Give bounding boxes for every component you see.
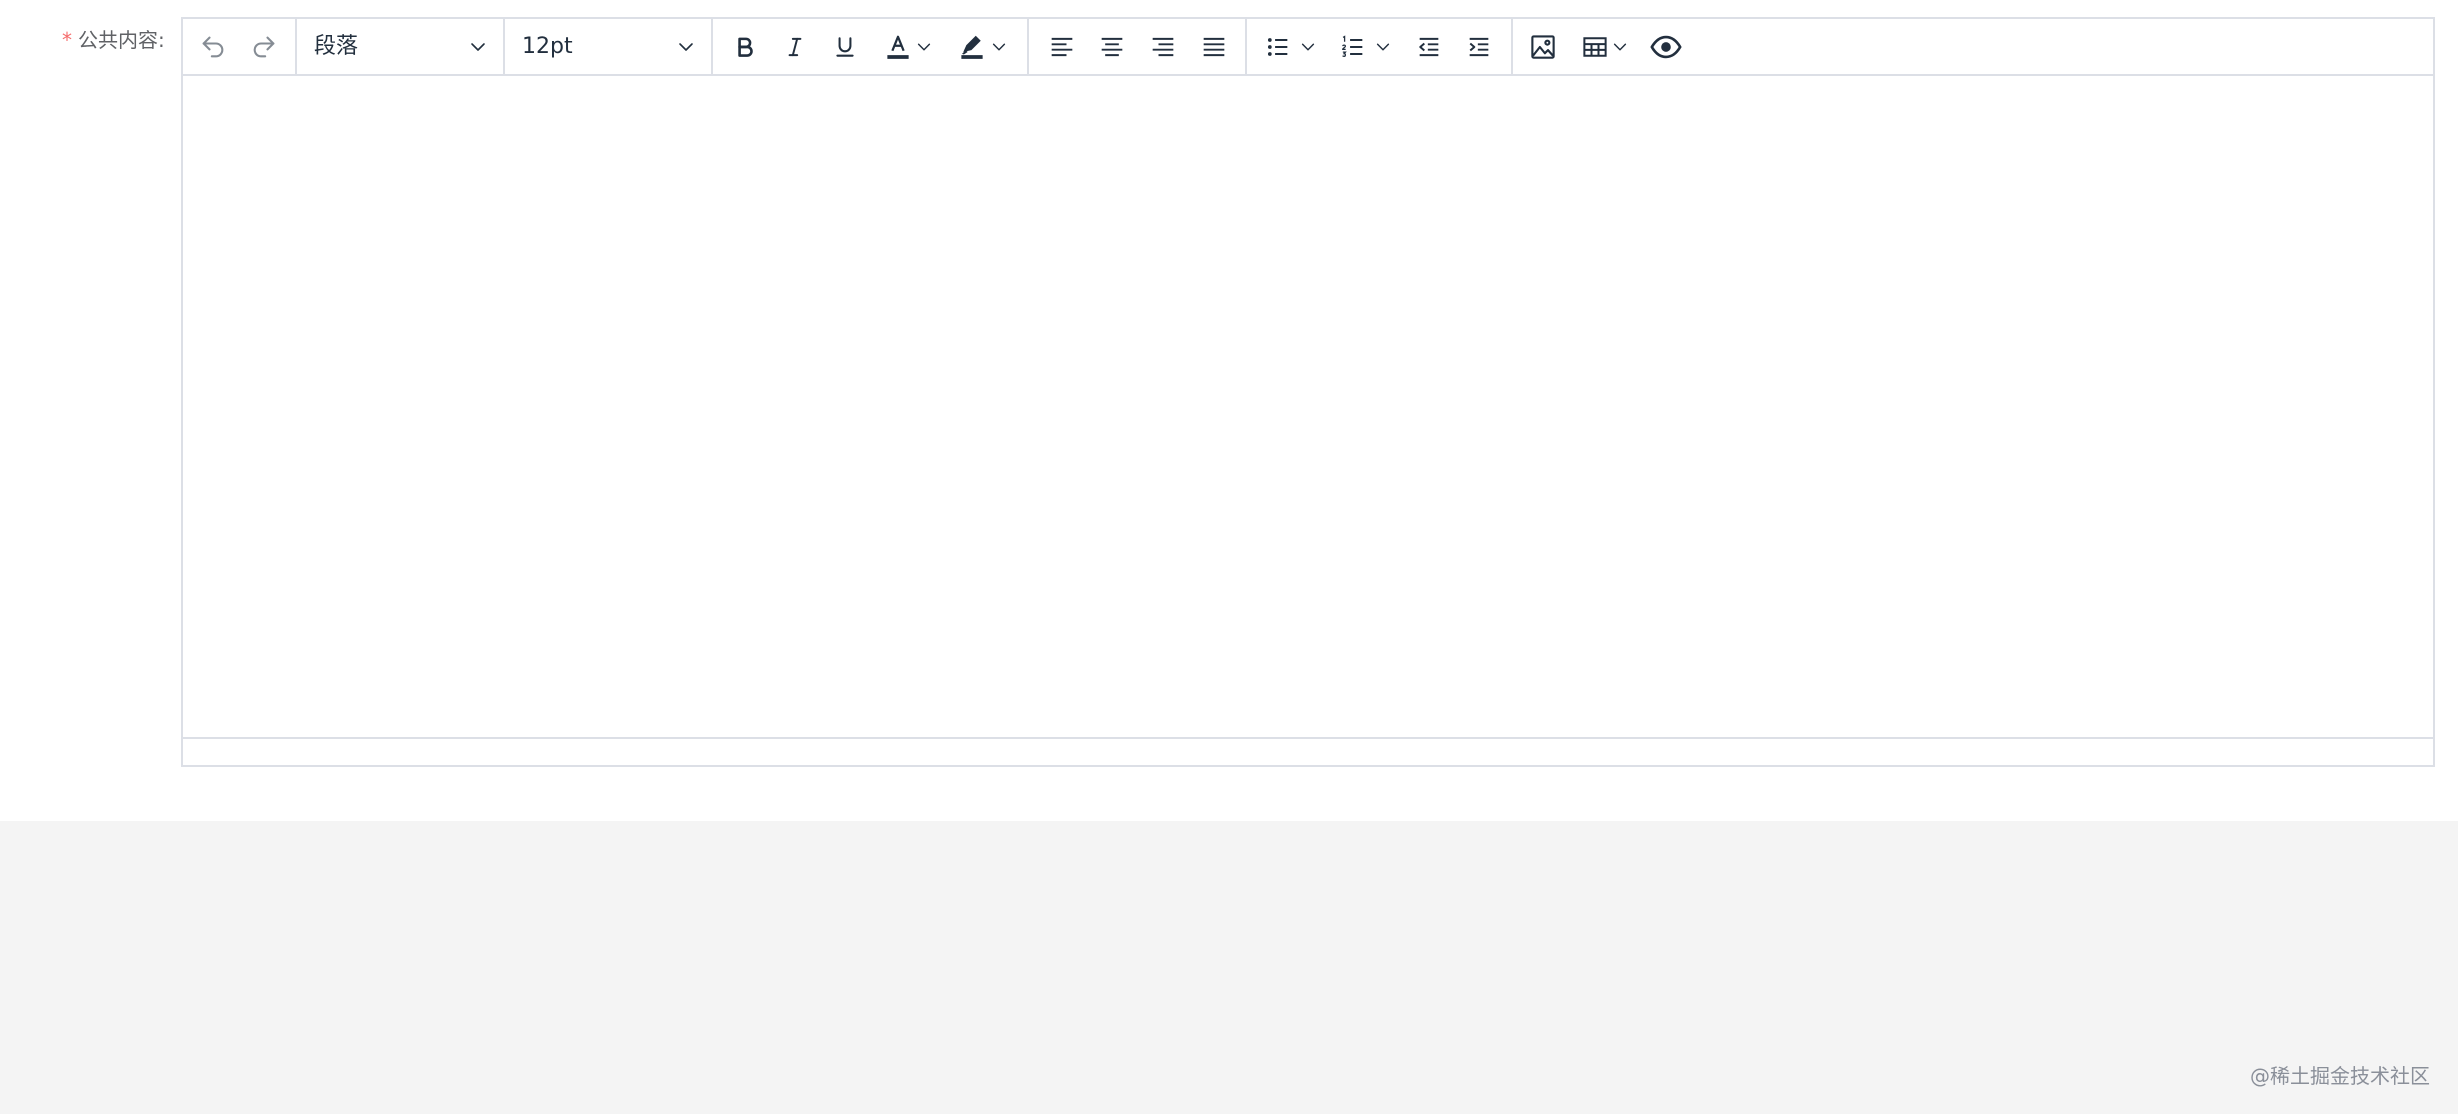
italic-button[interactable] (776, 28, 814, 66)
text-color-icon (887, 35, 909, 59)
insert-group (1513, 19, 1713, 74)
chevron-down-icon (992, 43, 1006, 51)
preview-button[interactable] (1647, 28, 1685, 66)
font-size-group: 12pt (505, 19, 713, 74)
highlight-icon (961, 35, 983, 59)
underline-icon (836, 37, 854, 57)
required-mark: * (62, 28, 72, 52)
highlight-color-dropdown[interactable] (989, 28, 1009, 66)
numbered-list-dropdown[interactable] (1373, 28, 1393, 66)
formatting-group (713, 19, 1029, 74)
bullet-list-dropdown[interactable] (1298, 28, 1318, 66)
redo-button[interactable] (245, 28, 283, 66)
chevron-down-icon (679, 43, 693, 51)
redo-icon (253, 36, 275, 58)
bullet-list-button[interactable] (1259, 28, 1297, 66)
watermark: @稀土掘金技术社区 (2250, 1064, 2430, 1088)
undo-icon (202, 36, 224, 58)
bullet-list-icon (1267, 38, 1288, 56)
outdent-icon (1419, 37, 1439, 57)
insert-table-button[interactable] (1576, 28, 1614, 66)
table-icon (1583, 37, 1607, 57)
underline-button[interactable] (826, 28, 864, 66)
font-size-value: 12pt (522, 34, 573, 59)
chevron-down-icon (1376, 43, 1390, 51)
list-group (1247, 19, 1513, 74)
chevron-down-icon (1613, 43, 1627, 51)
bold-button[interactable] (726, 28, 764, 66)
align-right-button[interactable] (1144, 28, 1182, 66)
indent-button[interactable] (1460, 28, 1498, 66)
align-justify-button[interactable] (1195, 28, 1233, 66)
editor-toolbar: 段落 12pt (183, 19, 2433, 76)
block-format-group: 段落 (297, 19, 505, 74)
insert-image-button[interactable] (1524, 28, 1562, 66)
highlight-color-button[interactable] (953, 28, 991, 66)
align-center-button[interactable] (1093, 28, 1131, 66)
eye-icon (1650, 35, 1682, 59)
italic-icon (788, 37, 802, 57)
numbered-list-icon (1342, 35, 1363, 57)
align-left-button[interactable] (1043, 28, 1081, 66)
chevron-down-icon (471, 43, 485, 51)
align-center-icon (1101, 37, 1123, 57)
undo-button[interactable] (194, 28, 232, 66)
align-left-icon (1051, 37, 1073, 57)
align-justify-icon (1203, 37, 1225, 57)
form-label: * 公共内容: (62, 26, 165, 54)
chevron-down-icon (1301, 43, 1315, 51)
outdent-button[interactable] (1410, 28, 1448, 66)
indent-icon (1469, 37, 1489, 57)
alignment-group (1029, 19, 1247, 74)
bold-icon (738, 37, 753, 57)
image-icon (1531, 35, 1555, 59)
font-size-select[interactable]: 12pt (505, 19, 711, 74)
text-color-dropdown[interactable] (914, 28, 934, 66)
editor-content-area[interactable] (183, 76, 2433, 737)
block-format-value: 段落 (314, 34, 359, 59)
text-color-button[interactable] (879, 28, 917, 66)
history-group (183, 19, 297, 74)
insert-table-dropdown[interactable] (1610, 28, 1630, 66)
editor-statusbar (183, 737, 2433, 765)
align-right-icon (1152, 37, 1174, 57)
rich-text-editor: 段落 12pt (181, 17, 2435, 767)
form-panel: * 公共内容: 段落 12pt (0, 0, 2458, 821)
form-label-text: 公共内容: (78, 28, 165, 52)
block-format-select[interactable]: 段落 (297, 19, 503, 74)
numbered-list-button[interactable] (1334, 28, 1372, 66)
chevron-down-icon (917, 43, 931, 51)
